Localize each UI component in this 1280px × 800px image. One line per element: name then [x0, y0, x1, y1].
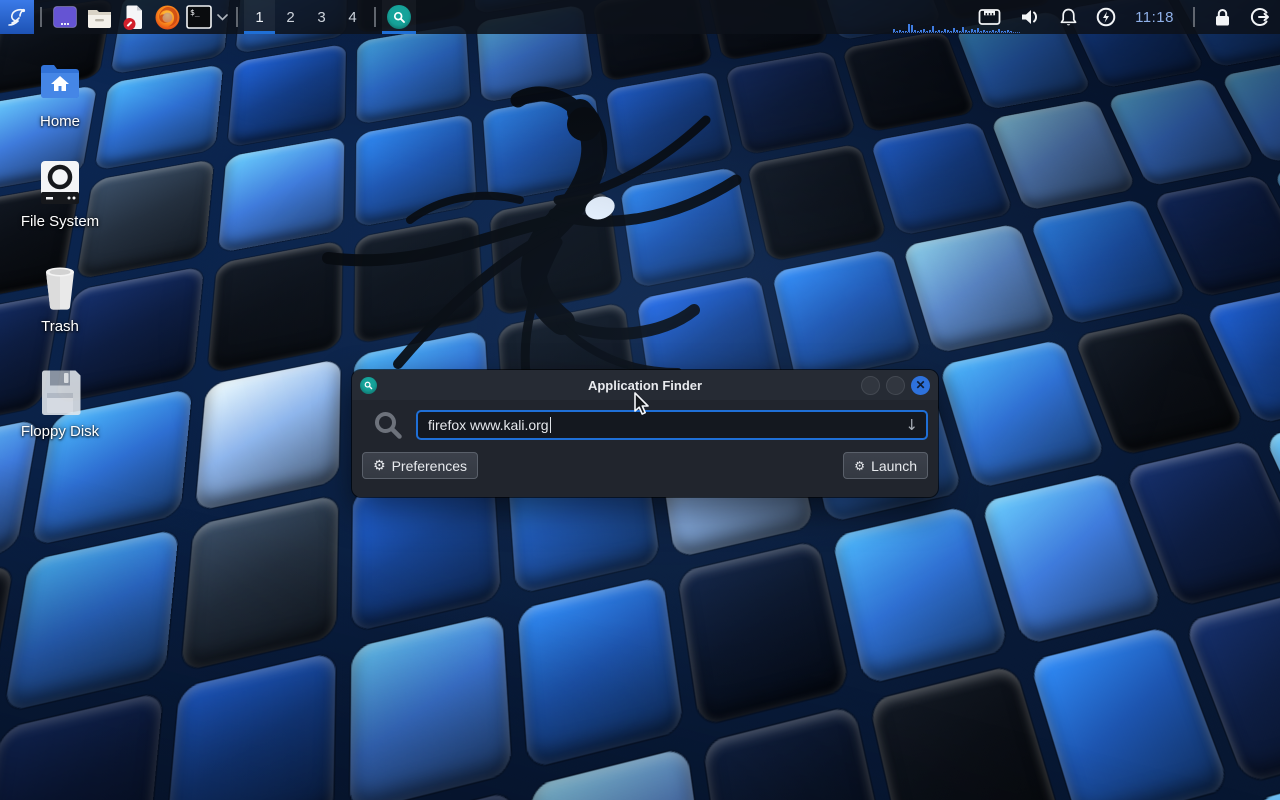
panel-separator	[40, 7, 42, 27]
firefox-icon	[154, 4, 181, 31]
workspace-button-4[interactable]: 4	[337, 0, 368, 34]
volume-icon[interactable]	[1020, 0, 1041, 34]
launch-button-label: Launch	[871, 458, 917, 474]
text-editor-launcher[interactable]	[116, 0, 150, 34]
workspace-label: 4	[348, 9, 356, 26]
launch-button[interactable]: ⚙ Launch	[843, 452, 928, 479]
desktop-icon-trash[interactable]: Trash	[12, 263, 108, 335]
search-input[interactable]: firefox www.kali.org ↓	[416, 410, 928, 440]
trash-icon	[36, 263, 84, 311]
search-icon	[373, 410, 403, 440]
close-button[interactable]: ✕	[911, 376, 930, 395]
desktop-icon-label: Floppy Disk	[12, 423, 108, 440]
logout-icon[interactable]	[1250, 0, 1270, 34]
kali-menu-icon	[5, 5, 29, 29]
preferences-button-label: Preferences	[392, 458, 467, 474]
desktop-icon-label: File System	[12, 213, 108, 230]
workspace-label: 1	[255, 9, 263, 26]
minimize-button[interactable]	[861, 376, 880, 395]
workspace-label: 3	[317, 9, 325, 26]
workspace-button-2[interactable]: 2	[275, 0, 306, 34]
search-input-value: firefox www.kali.org	[428, 417, 549, 433]
workspace-button-1[interactable]: 1	[244, 0, 275, 34]
notifications-bell-icon[interactable]	[1060, 0, 1077, 34]
lock-screen-icon[interactable]	[1214, 0, 1231, 34]
dashboard-icon	[52, 4, 78, 30]
desktop-icon-label: Trash	[12, 318, 108, 335]
clock[interactable]: 11:18	[1135, 9, 1174, 26]
desktop-icon-file-system[interactable]: File System	[12, 158, 108, 230]
launch-gear-icon: ⚙	[854, 459, 865, 473]
terminal-launcher[interactable]: $_	[184, 0, 214, 34]
dashboard-launcher[interactable]	[48, 0, 82, 34]
chevron-down-icon[interactable]	[214, 0, 230, 34]
text-editor-icon	[120, 4, 146, 31]
power-manager-icon[interactable]	[1096, 0, 1116, 34]
floppy-disk-icon	[36, 368, 84, 416]
hard-drive-icon	[36, 158, 84, 206]
window-title: Application Finder	[352, 378, 938, 393]
application-finder-window: Application Finder ✕ firefox www.kali.or…	[352, 370, 938, 497]
desktop-icon-floppy-disk[interactable]: Floppy Disk	[12, 368, 108, 440]
firefox-launcher[interactable]	[150, 0, 184, 34]
file-manager-launcher[interactable]	[82, 0, 116, 34]
terminal-icon: $_	[186, 5, 212, 29]
applications-menu-button[interactable]	[0, 0, 34, 34]
desktop-icon-label: Home	[12, 113, 108, 130]
panel-separator	[374, 7, 376, 27]
kali-dragon-logo	[270, 80, 850, 390]
workspace-button-3[interactable]: 3	[306, 0, 337, 34]
preferences-button[interactable]: ⚙ Preferences	[362, 452, 478, 479]
panel-separator	[236, 7, 238, 27]
gear-icon: ⚙	[373, 458, 386, 474]
svg-text:$_: $_	[190, 8, 200, 17]
home-folder-icon	[36, 58, 84, 106]
file-manager-icon	[86, 4, 113, 31]
application-finder-icon	[387, 5, 411, 29]
net-graph	[893, 22, 1020, 33]
text-caret	[550, 417, 551, 433]
desktop-icon-home[interactable]: Home	[12, 58, 108, 130]
workspace-label: 2	[286, 9, 294, 26]
maximize-button[interactable]	[886, 376, 905, 395]
top-panel: $_ 1 2 3 4	[0, 0, 1280, 34]
taskbar-application-finder[interactable]	[382, 0, 416, 34]
dropdown-arrow-icon[interactable]: ↓	[905, 416, 918, 434]
panel-separator	[1193, 7, 1195, 27]
mouse-cursor	[633, 392, 653, 416]
